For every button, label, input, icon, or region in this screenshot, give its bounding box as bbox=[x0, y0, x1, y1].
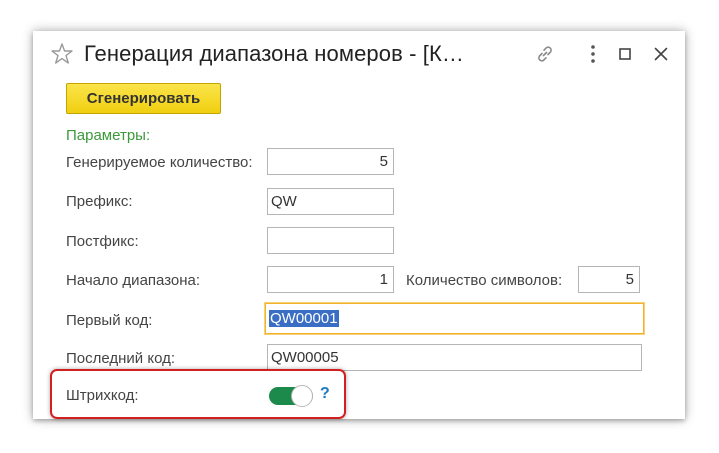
last-code-label: Последний код: bbox=[66, 350, 176, 367]
section-label-parameters: Параметры: bbox=[66, 127, 151, 144]
first-code-label: Первый код: bbox=[66, 312, 153, 329]
range-start-input[interactable]: 1 bbox=[267, 266, 394, 293]
close-icon[interactable] bbox=[649, 42, 673, 66]
char-count-label: Количество символов: bbox=[406, 272, 563, 289]
range-start-label: Начало диапазона: bbox=[66, 272, 201, 289]
prefix-input[interactable]: QW bbox=[267, 188, 394, 215]
maximize-icon[interactable] bbox=[613, 42, 637, 66]
last-code-input[interactable]: QW00005 bbox=[267, 344, 642, 371]
char-count-input[interactable]: 5 bbox=[578, 266, 640, 293]
barcode-highlight-frame bbox=[50, 369, 346, 419]
quantity-input[interactable]: 5 bbox=[267, 148, 394, 175]
prefix-label: Префикс: bbox=[66, 193, 133, 210]
window-title: Генерация диапазона номеров - [К… bbox=[84, 41, 464, 66]
first-code-selected-text: QW00001 bbox=[269, 310, 339, 327]
postfix-input[interactable] bbox=[267, 227, 394, 254]
dialog-window: Генерация диапазона номеров - [К… Сгенер… bbox=[33, 31, 685, 419]
first-code-input[interactable]: QW00001 bbox=[265, 303, 644, 334]
generate-button[interactable]: Сгенерировать bbox=[66, 83, 221, 114]
postfix-label: Постфикс: bbox=[66, 233, 139, 250]
link-icon[interactable] bbox=[533, 42, 557, 66]
more-icon[interactable] bbox=[581, 42, 605, 66]
star-icon[interactable] bbox=[49, 41, 75, 67]
quantity-label: Генерируемое количество: bbox=[66, 154, 253, 171]
